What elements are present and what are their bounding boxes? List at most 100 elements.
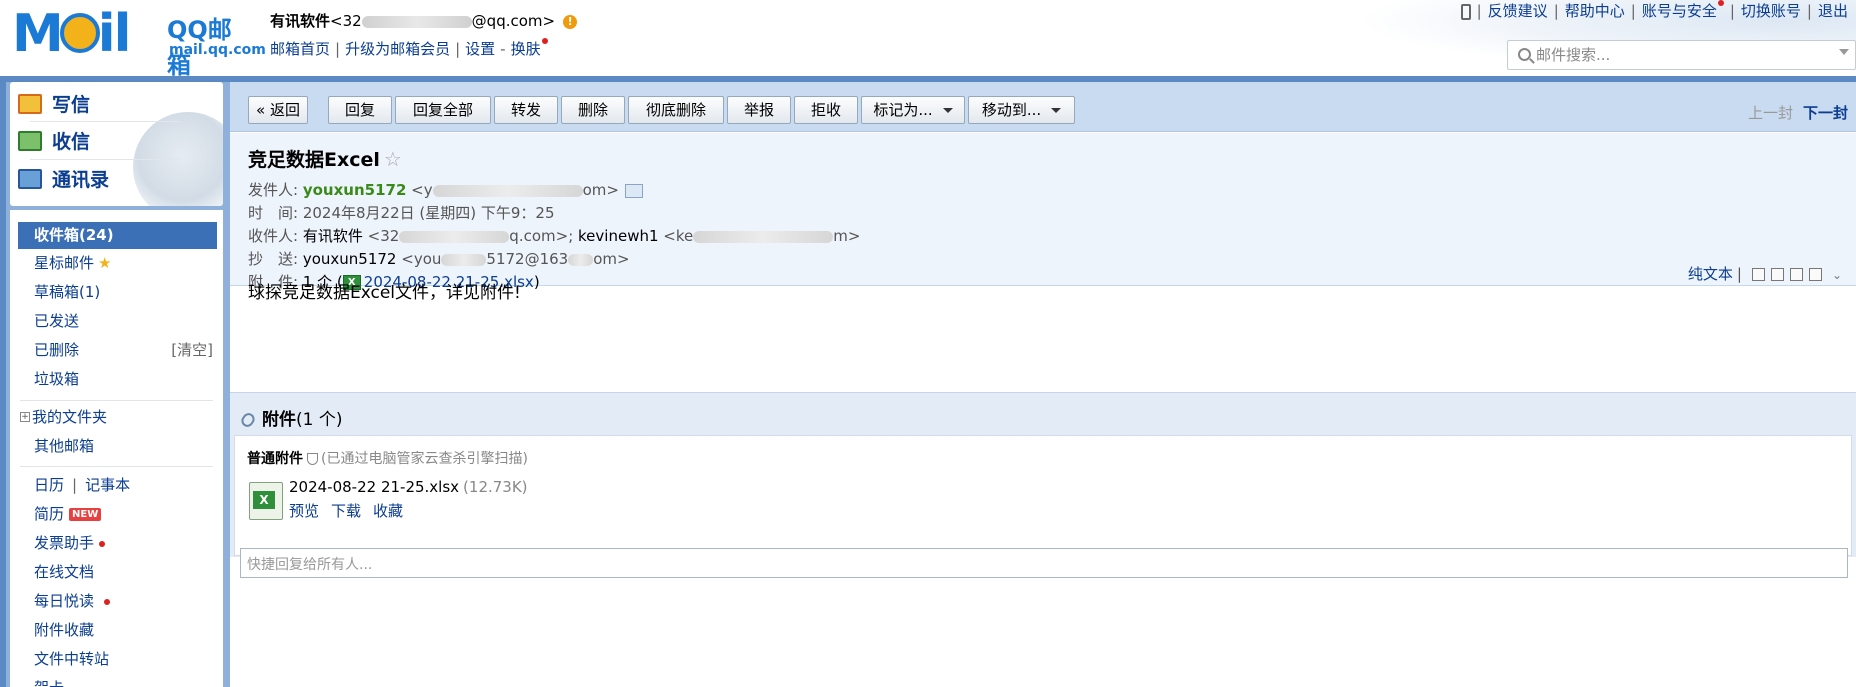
reply-button[interactable]: 回复 <box>328 96 392 124</box>
pencil-icon <box>18 93 42 114</box>
attachment-file: 2024-08-22 21-25.xlsx (12.73K) <box>289 478 528 496</box>
sidebar-item-my-folders[interactable]: + 我的文件夹 <box>10 404 223 431</box>
my-folders-label: 我的文件夹 <box>32 408 108 426</box>
sidebar-item-file-transfer[interactable]: 文件中转站 <box>10 646 223 673</box>
sidebar-item-daily-read[interactable]: 每日悦读 <box>10 588 223 615</box>
download-link[interactable]: 下载 <box>331 502 361 520</box>
inbox-download-icon <box>18 130 42 151</box>
plain-text-link[interactable]: 纯文本 <box>1688 265 1733 283</box>
prev-next-nav: 上一封 下一封 <box>1748 102 1848 123</box>
contact-card-icon[interactable] <box>624 183 643 198</box>
qq-mail-logo[interactable]: Mil QQ邮箱 mail.qq.com <box>12 6 266 79</box>
cc-name[interactable]: youxun5172 <box>303 250 397 268</box>
calendar-link[interactable]: 日历 <box>34 476 64 494</box>
preview-link[interactable]: 预览 <box>289 502 319 520</box>
phone-icon[interactable] <box>1460 3 1471 20</box>
from-row: 发件人: youxun5172 <y om> <box>248 179 643 200</box>
separator: | <box>335 40 341 58</box>
cc-label: 抄 送: <box>248 250 299 268</box>
to-name-2[interactable]: kevinewh1 <box>578 227 658 245</box>
sidebar-item-online-docs[interactable]: 在线文档 <box>10 559 223 586</box>
link-settings[interactable]: 设置 <box>465 40 495 58</box>
attachment-actions: 预览 下载 收藏 <box>289 500 415 521</box>
mail-search-box[interactable] <box>1507 40 1856 70</box>
receive-mail-button[interactable]: 收信 <box>18 127 90 157</box>
sidebar-item-inbox[interactable]: 收件箱(24) <box>18 222 217 249</box>
sidebar-item-starred[interactable]: 星标邮件 ★ <box>10 250 223 277</box>
contacts-card-icon <box>18 168 42 189</box>
star-outline-icon[interactable]: ☆ <box>384 147 402 171</box>
report-button[interactable]: 举报 <box>727 96 791 124</box>
sidebar-item-sent[interactable]: 已发送 <box>10 308 223 335</box>
prev-mail-link[interactable]: 上一封 <box>1748 104 1793 122</box>
contacts-button[interactable]: 通讯录 <box>18 165 109 195</box>
download-icon[interactable] <box>1789 268 1803 281</box>
expand-chevron-icon[interactable]: ⌄ <box>1832 268 1842 282</box>
write-mail-button[interactable]: 写信 <box>18 90 90 120</box>
separator: | <box>1553 2 1559 20</box>
delete-permanently-button[interactable]: 彻底删除 <box>628 96 724 124</box>
clear-trash-link[interactable]: [清空] <box>171 337 213 364</box>
chevron-down-icon[interactable] <box>1839 49 1849 55</box>
page-view-icon[interactable] <box>1770 268 1784 281</box>
sidebar-item-attachment-collection[interactable]: 附件收藏 <box>10 617 223 644</box>
mark-as-dropdown[interactable]: 标记为... <box>861 96 965 124</box>
link-help[interactable]: 帮助中心 <box>1565 2 1625 20</box>
link-mail-home[interactable]: 邮箱首页 <box>270 40 330 58</box>
collect-link[interactable]: 收藏 <box>373 502 403 520</box>
logo-domain: mail.qq.com <box>169 42 266 58</box>
star-icon: ★ <box>98 254 112 272</box>
attachment-list: 普通附件 (已通过电脑管家云查杀引擎扫描) 2024-08-22 21-25.xl… <box>234 435 1852 556</box>
expand-plus-icon[interactable]: + <box>20 411 30 422</box>
print-icon[interactable] <box>1808 268 1822 281</box>
sidebar-item-deleted[interactable]: 已删除 [清空] <box>10 337 223 364</box>
mail-search-input[interactable] <box>1536 45 1826 65</box>
contacts-label: 通讯录 <box>52 169 110 191</box>
link-upgrade-vip[interactable]: 升级为邮箱会员 <box>345 40 450 58</box>
link-account-security[interactable]: 账号与安全 <box>1642 2 1717 20</box>
user-email-prefix: <32 <box>330 12 362 30</box>
excel-file-icon[interactable] <box>249 482 283 520</box>
receive-mail-label: 收信 <box>52 131 91 153</box>
from-name[interactable]: youxun5172 <box>303 181 407 199</box>
separator: | <box>1476 2 1482 20</box>
new-window-icon[interactable] <box>1751 268 1765 281</box>
warning-icon[interactable]: ! <box>563 15 578 29</box>
reject-button[interactable]: 拒收 <box>794 96 858 124</box>
back-button[interactable]: « 返回 <box>248 96 308 124</box>
sidebar-item-invoice[interactable]: 发票助手 <box>10 530 223 557</box>
move-to-dropdown[interactable]: 移动到... <box>968 96 1075 124</box>
sidebar-item-other-mail[interactable]: 其他邮箱 <box>10 433 223 460</box>
quick-reply-input[interactable] <box>240 548 1848 578</box>
masked-text <box>432 184 583 197</box>
cc-email-suffix: om> <box>593 250 630 268</box>
quick-reply-area <box>230 548 1856 687</box>
time-label: 时 间: <box>248 204 299 222</box>
sidebar-item-drafts[interactable]: 草稿箱(1) <box>10 279 223 306</box>
delete-button[interactable]: 删除 <box>561 96 625 124</box>
sidebar-item-greeting-card[interactable]: 贺卡 <box>10 675 223 687</box>
masked-text <box>361 15 472 28</box>
to-email-1: <32 q.com>; <box>368 227 574 245</box>
notes-link[interactable]: 记事本 <box>85 476 130 494</box>
resume-label: 简历 <box>34 505 65 523</box>
to-email-2-prefix: <ke <box>663 227 694 245</box>
to-name-1[interactable]: 有讯软件 <box>303 227 363 245</box>
reply-all-button[interactable]: 回复全部 <box>395 96 491 124</box>
separator: | <box>1736 265 1742 283</box>
from-email-prefix: <y <box>411 181 433 199</box>
link-change-skin[interactable]: 换肤 <box>511 40 541 58</box>
user-block: 有讯软件<32 @qq.com>! 邮箱首页 | 升级为邮箱会员 | 设置 - 换肤 <box>270 10 578 59</box>
link-logout[interactable]: 退出 <box>1818 2 1848 20</box>
mail-view-tools: 纯文本 | ⌄ <box>1688 263 1842 284</box>
sidebar-item-resume[interactable]: 简历 NEW <box>10 501 223 528</box>
sidebar-item-spam[interactable]: 垃圾箱 <box>10 366 223 393</box>
time-value: 2024年8月22日 (星期四) 下午9：25 <box>302 204 555 222</box>
forward-button[interactable]: 转发 <box>494 96 558 124</box>
notification-dot <box>541 38 548 44</box>
link-feedback[interactable]: 反馈建议 <box>1488 2 1548 20</box>
search-icon <box>1518 48 1531 61</box>
next-mail-link[interactable]: 下一封 <box>1803 104 1848 122</box>
attachment-close-paren: ) <box>533 273 540 291</box>
link-switch-account[interactable]: 切换账号 <box>1741 2 1801 20</box>
